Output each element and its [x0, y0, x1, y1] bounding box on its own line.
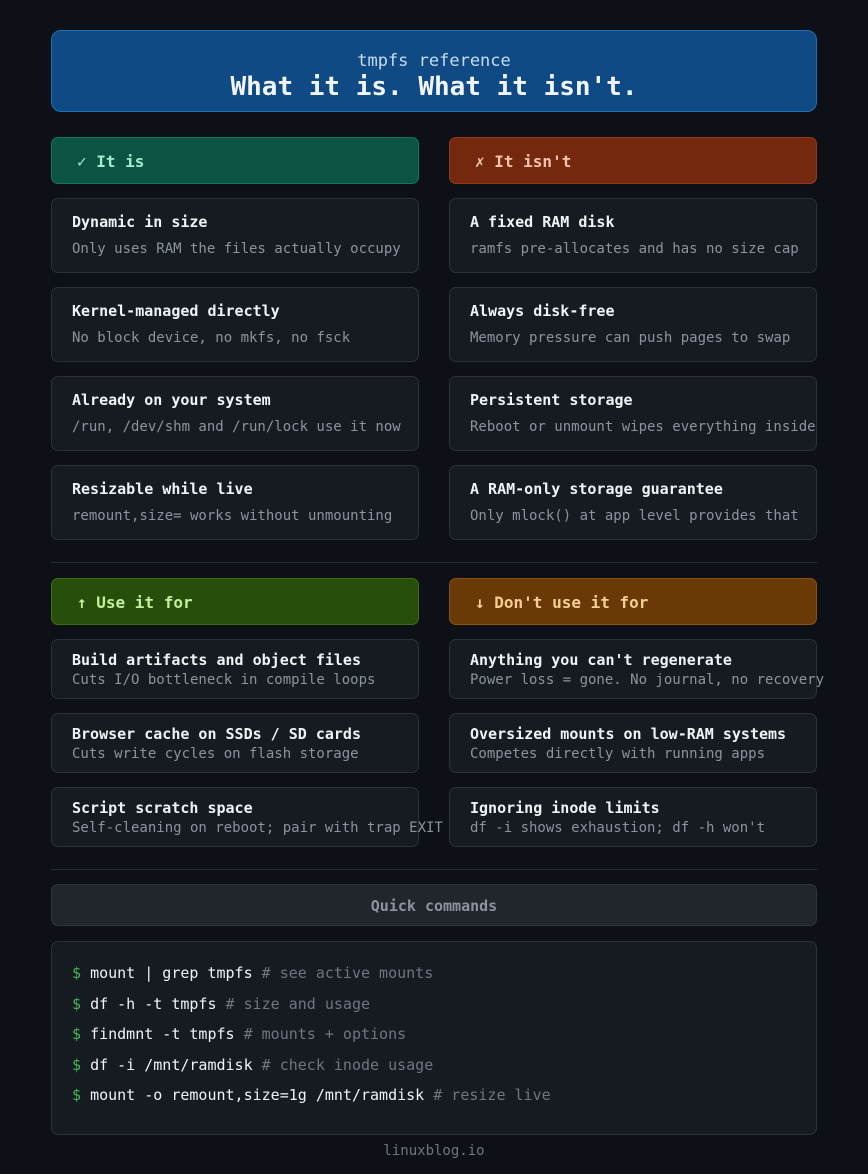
command-line: $ mount -o remount,size=1g /mnt/ramdisk …	[72, 1080, 816, 1111]
card-desc: df -i shows exhaustion; df -h won't	[470, 820, 766, 836]
card-title: Kernel-managed directly	[72, 302, 280, 320]
quick-commands-heading: Quick commands	[51, 884, 817, 926]
card-title: Script scratch space	[72, 799, 253, 817]
card-desc: Competes directly with running apps	[470, 746, 766, 762]
footer-site-link[interactable]: linuxblog.io	[0, 1143, 868, 1159]
it-isnt-column: ✗ It isn't A fixed RAM disk ramfs pre-al…	[449, 137, 817, 540]
prompt-symbol: $	[72, 994, 82, 1013]
command-text: mount -o remount,size=1g /mnt/ramdisk	[90, 1086, 425, 1104]
prompt-symbol: $	[72, 1055, 82, 1074]
dont-card: Oversized mounts on low-RAM systems Comp…	[449, 713, 817, 773]
section-divider	[51, 869, 817, 870]
card-desc: Power loss = gone. No journal, no recove…	[470, 672, 825, 688]
page-title: What it is. What it isn't.	[230, 72, 638, 102]
card-desc: Self-cleaning on reboot; pair with trap …	[72, 820, 443, 836]
it-is-card: Dynamic in size Only uses RAM the files …	[51, 198, 419, 273]
card-desc: ramfs pre-allocates and has no size cap	[470, 241, 799, 257]
card-desc: Memory pressure can push pages to swap	[470, 330, 791, 346]
it-isnt-card: A fixed RAM disk ramfs pre-allocates and…	[449, 198, 817, 273]
command-line: $ mount | grep tmpfs # see active mounts	[72, 958, 816, 989]
card-title: Dynamic in size	[72, 213, 208, 231]
card-title: Anything you can't regenerate	[470, 651, 732, 669]
it-is-card: Already on your system /run, /dev/shm an…	[51, 376, 419, 451]
use-it-for-heading: ↑ Use it for	[51, 578, 419, 625]
command-text: findmnt -t tmpfs	[90, 1025, 235, 1043]
command-comment: # see active mounts	[261, 964, 434, 982]
it-is-card: Resizable while live remount,size= works…	[51, 465, 419, 540]
header-subtitle: tmpfs reference	[357, 51, 511, 71]
prompt-symbol: $	[72, 964, 82, 982]
command-line: $ df -i /mnt/ramdisk # check inode usage	[72, 1050, 816, 1081]
command-text: mount | grep tmpfs	[90, 964, 253, 982]
dont-use-heading: ↓ Don't use it for	[449, 578, 817, 625]
command-comment: # size and usage	[225, 994, 371, 1013]
is-isnt-section: ✓ It is Dynamic in size Only uses RAM th…	[51, 137, 817, 540]
card-desc: Only uses RAM the files actually occupy	[72, 241, 401, 257]
command-text: df -h -t tmpfs	[90, 994, 217, 1013]
use-card: Browser cache on SSDs / SD cards Cuts wr…	[51, 713, 419, 773]
dont-card: Ignoring inode limits df -i shows exhaus…	[449, 787, 817, 847]
it-isnt-card: Persistent storage Reboot or unmount wip…	[449, 376, 817, 451]
card-title: Persistent storage	[470, 391, 633, 409]
card-desc: Reboot or unmount wipes everything insid…	[470, 419, 816, 435]
it-is-card: Kernel-managed directly No block device,…	[51, 287, 419, 362]
use-section: ↑ Use it for Build artifacts and object …	[51, 578, 825, 847]
command-line: $ df -h -t tmpfs # size and usage	[72, 989, 816, 1020]
card-title: Resizable while live	[72, 480, 253, 498]
dont-card: Anything you can't regenerate Power loss…	[449, 639, 825, 699]
card-desc: /run, /dev/shm and /run/lock use it now	[72, 419, 401, 435]
use-card: Script scratch space Self-cleaning on re…	[51, 787, 443, 847]
it-isnt-card: A RAM-only storage guarantee Only mlock(…	[449, 465, 817, 540]
card-title: Oversized mounts on low-RAM systems	[470, 725, 787, 743]
it-isnt-heading: ✗ It isn't	[449, 137, 817, 184]
card-desc: Cuts write cycles on flash storage	[72, 746, 359, 762]
command-comment: # check inode usage	[261, 1055, 434, 1074]
use-it-for-column: ↑ Use it for Build artifacts and object …	[51, 578, 443, 847]
terminal-block: $ mount | grep tmpfs # see active mounts…	[51, 941, 817, 1135]
command-comment: # resize live	[433, 1086, 551, 1104]
card-desc: No block device, no mkfs, no fsck	[72, 330, 351, 346]
card-title: Already on your system	[72, 391, 271, 409]
command-line: $ findmnt -t tmpfs # mounts + options	[72, 1019, 816, 1050]
card-title: Ignoring inode limits	[470, 799, 660, 817]
command-comment: # mounts + options	[243, 1025, 407, 1043]
it-is-heading: ✓ It is	[51, 137, 419, 184]
card-desc: Cuts I/O bottleneck in compile loops	[72, 672, 376, 688]
card-title: Build artifacts and object files	[72, 651, 361, 669]
section-divider	[51, 562, 817, 563]
it-is-column: ✓ It is Dynamic in size Only uses RAM th…	[51, 137, 419, 540]
prompt-symbol: $	[72, 1025, 82, 1043]
card-title: Browser cache on SSDs / SD cards	[72, 725, 361, 743]
it-isnt-card: Always disk-free Memory pressure can pus…	[449, 287, 817, 362]
dont-use-column: ↓ Don't use it for Anything you can't re…	[449, 578, 825, 847]
prompt-symbol: $	[72, 1086, 82, 1104]
card-desc: Only mlock() at app level provides that	[470, 508, 799, 524]
header-banner: tmpfs reference What it is. What it isn'…	[51, 30, 817, 112]
command-text: df -i /mnt/ramdisk	[90, 1055, 253, 1074]
card-title: A RAM-only storage guarantee	[470, 480, 723, 498]
card-title: Always disk-free	[470, 302, 615, 320]
page-content: tmpfs reference What it is. What it isn'…	[51, 30, 825, 1135]
card-title: A fixed RAM disk	[470, 213, 615, 231]
card-desc: remount,size= works without unmounting	[72, 508, 393, 524]
use-card: Build artifacts and object files Cuts I/…	[51, 639, 419, 699]
